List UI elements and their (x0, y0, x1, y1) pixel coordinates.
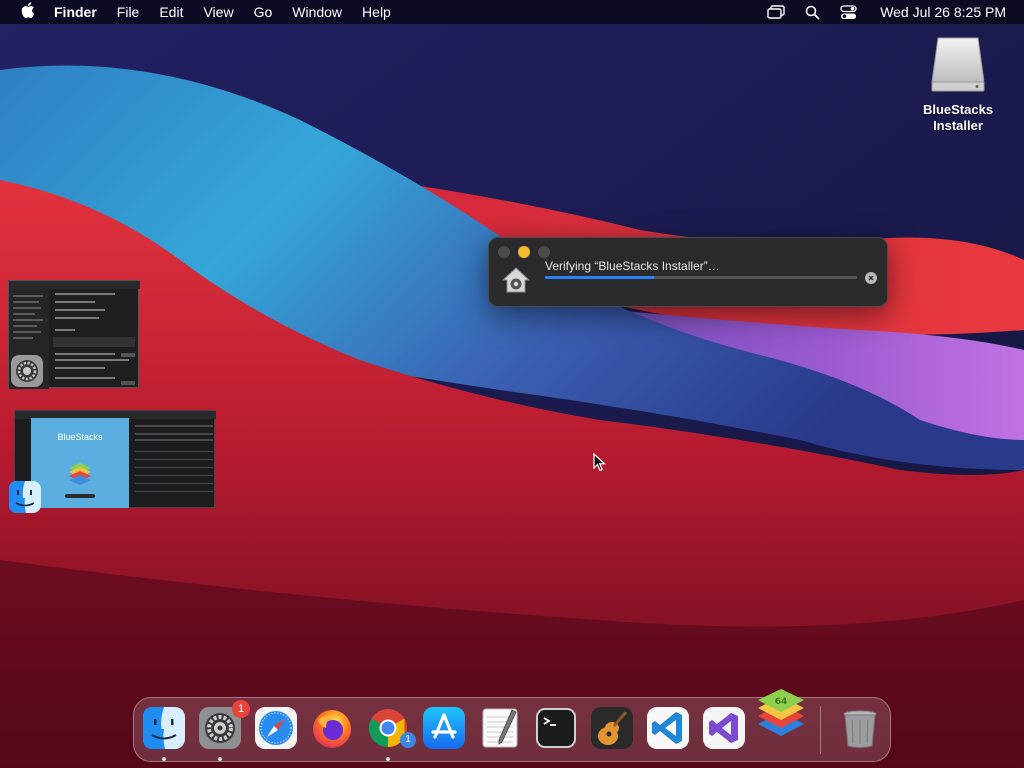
bluestacks-stack-icon (69, 463, 91, 485)
menu-edit[interactable]: Edit (149, 0, 193, 24)
verify-dialog-title: Verifying “BlueStacks Installer”… (545, 259, 720, 273)
visual-studio-icon (703, 707, 745, 749)
menu-bar-clock[interactable]: Wed Jul 26 8:25 PM (880, 4, 1006, 20)
finder-icon (143, 707, 185, 749)
dock-running-indicator (386, 757, 390, 761)
dock-system-preferences[interactable]: 1 (198, 700, 250, 750)
notification-badge: 1 (232, 700, 250, 718)
dock-firefox[interactable] (310, 706, 354, 750)
system-preferences-gear-icon (10, 354, 44, 393)
window-thumbnail-system-preferences[interactable] (8, 280, 140, 389)
dock-safari[interactable] (254, 706, 298, 750)
zoom-window-button[interactable] (538, 246, 550, 258)
desktop-icon-bluestacks-installer[interactable]: BlueStacks Installer (912, 34, 1004, 134)
dock-app-store[interactable] (422, 706, 466, 750)
apple-icon[interactable] (18, 2, 38, 22)
dock-separator (820, 706, 821, 754)
spotlight-search-icon[interactable] (802, 4, 822, 20)
app-store-icon (423, 707, 465, 749)
external-drive-icon (931, 37, 985, 92)
dock-finder[interactable] (142, 706, 186, 750)
safari-compass-icon (255, 707, 297, 749)
bluestacks-preview-title: BlueStacks (57, 432, 103, 442)
screen-mirroring-icon[interactable] (766, 4, 786, 20)
dock-running-indicator (218, 757, 222, 761)
trash-icon (843, 710, 877, 748)
dock-textedit[interactable] (478, 706, 522, 750)
installer-home-icon (501, 266, 531, 299)
menu-help[interactable]: Help (352, 0, 401, 24)
dock-running-indicator (162, 757, 166, 761)
dock-bluestacks[interactable]: 64 (754, 688, 808, 742)
desktop-wallpaper (0, 0, 1024, 768)
menu-file[interactable]: File (107, 0, 150, 24)
verify-progress-bar (545, 276, 857, 279)
desktop-icon-label-line1: BlueStacks (922, 102, 994, 117)
bluestacks-icon: 64 (758, 689, 804, 736)
menu-view[interactable]: View (193, 0, 243, 24)
cancel-verify-button[interactable] (865, 272, 877, 284)
menu-bar: Finder File Edit View Go Window Help Wed… (0, 0, 1024, 24)
desktop-icon-label-line2: Installer (933, 118, 983, 133)
bluestacks-installer-window-preview: BlueStacks (31, 418, 129, 508)
menu-window[interactable]: Window (282, 0, 352, 24)
finder-face-icon (8, 480, 42, 519)
window-thumbnail-finder[interactable]: BlueStacks (9, 410, 216, 513)
mouse-cursor (593, 452, 607, 478)
vscode-icon (647, 707, 689, 749)
close-window-button[interactable] (498, 246, 510, 258)
verify-progress-fill (545, 276, 655, 279)
verify-dialog: Verifying “BlueStacks Installer”… (488, 237, 888, 307)
dock-chrome[interactable]: 1 (366, 706, 416, 750)
firefox-icon (313, 710, 351, 748)
dock: 1 1 64 (133, 689, 891, 762)
dock-vscode[interactable] (646, 706, 690, 750)
guitar-icon (591, 707, 633, 749)
svg-text:64: 64 (775, 697, 788, 707)
menu-app-name[interactable]: Finder (52, 0, 107, 24)
dock-trash[interactable] (838, 706, 882, 750)
menu-go[interactable]: Go (244, 0, 283, 24)
dock-visual-studio[interactable] (702, 706, 746, 750)
dock-terminal[interactable] (534, 706, 578, 750)
dock-garageband[interactable] (590, 706, 634, 750)
download-badge: 1 (400, 732, 416, 748)
terminal-icon (536, 708, 576, 748)
minimize-window-button[interactable] (518, 246, 530, 258)
control-center-icon[interactable] (838, 4, 858, 20)
textedit-icon (482, 708, 518, 748)
